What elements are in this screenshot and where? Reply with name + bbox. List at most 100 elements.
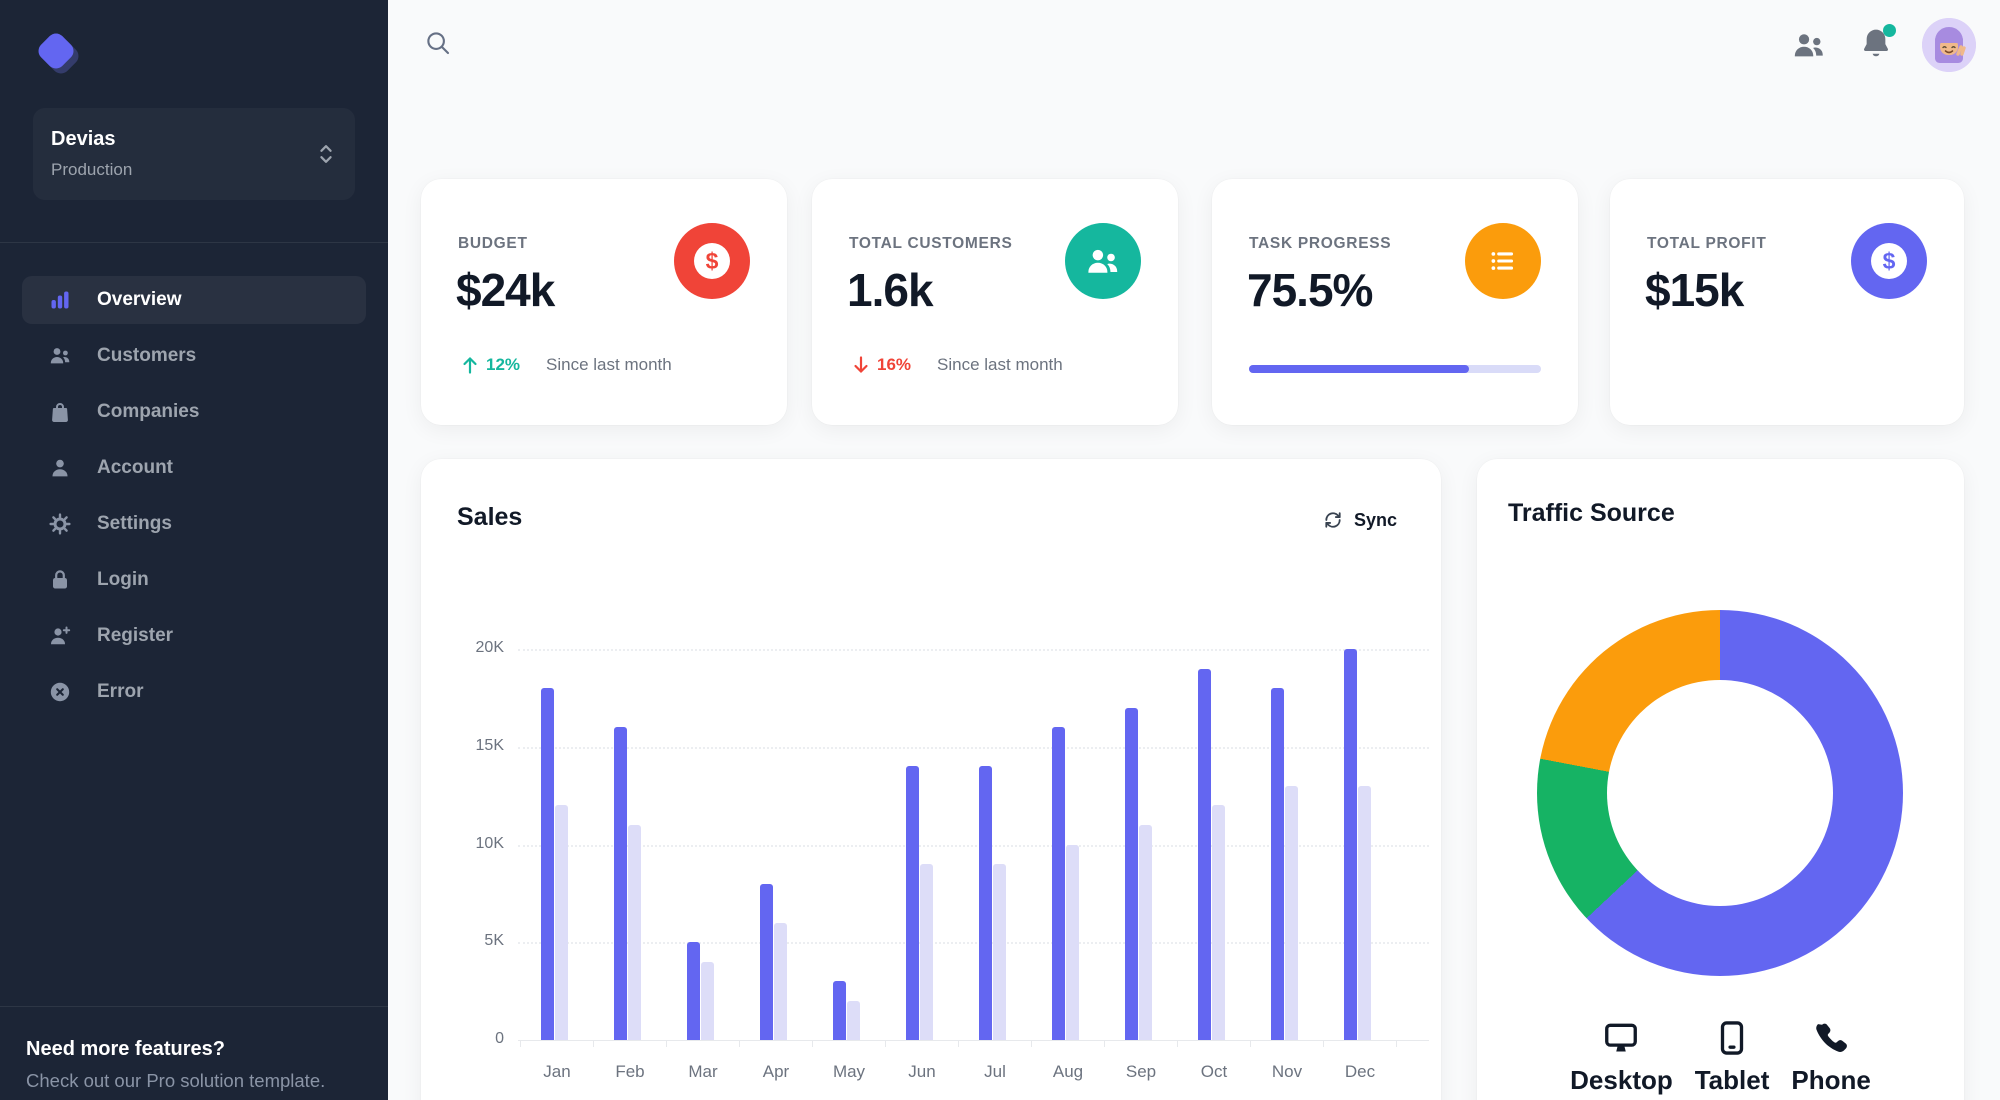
task-progress-card: TASK PROGRESS 75.5%: [1212, 179, 1578, 425]
users-icon[interactable]: [1790, 28, 1828, 62]
x-axis-tick: [739, 1040, 740, 1047]
user-plus-icon: [48, 624, 72, 648]
sales-bar-primary: [1271, 688, 1284, 1040]
x-axis-label: Nov: [1271, 1062, 1303, 1081]
sales-bar-secondary: [1285, 785, 1298, 1040]
devias-logo-icon[interactable]: [33, 28, 85, 80]
x-axis-label: Sep: [1125, 1062, 1157, 1081]
sidebar-item-login[interactable]: Login: [22, 556, 366, 604]
y-axis-tick: 5K: [484, 932, 504, 950]
sidebar-item-label: Settings: [97, 513, 172, 534]
x-axis-tick: [1396, 1040, 1397, 1047]
sales-chart: 0 5K 10K 15K 20K Jan Feb Mar Apr May Jun Jul Aug Sep O…: [476, 639, 1429, 1081]
trend-value: 16%: [877, 355, 912, 374]
sync-label: Sync: [1353, 509, 1397, 530]
sidebar: Devias Production Overview Customers Compa…: [0, 0, 388, 1100]
y-axis-tick: 0: [495, 1030, 504, 1047]
sidebar-item-label: Account: [97, 457, 173, 478]
sidebar-item-account[interactable]: Account: [22, 444, 366, 492]
stat-value: $15k: [1645, 264, 1744, 316]
sales-bar-secondary: [628, 824, 641, 1040]
sales-bar-primary: [1052, 727, 1065, 1040]
sidebar-item-error[interactable]: Error: [22, 668, 366, 716]
list-bullet-icon: [1465, 223, 1541, 299]
trend-row: 12% Since last month: [458, 353, 672, 377]
traffic-source-card: Traffic Source Desktop Tablet Phone: [1477, 459, 1964, 1100]
x-axis-label: Dec: [1344, 1062, 1376, 1081]
sidebar-item-register[interactable]: Register: [22, 612, 366, 660]
sales-title: Sales: [457, 503, 523, 531]
sidebar-item-label: Login: [97, 569, 149, 590]
workspace-environment: Production: [51, 160, 133, 179]
sales-bar-secondary: [1212, 805, 1225, 1040]
sidebar-item-companies[interactable]: Companies: [22, 388, 366, 436]
notification-dot: [1883, 24, 1896, 37]
gridline: [518, 746, 1429, 749]
sales-card: Sales Sync 0 5K 10K 15K 20K Jan Feb Mar Apr May Ju…: [421, 459, 1441, 1100]
stat-value: $24k: [456, 264, 555, 316]
x-axis-label: Apr: [762, 1062, 790, 1081]
currency-dollar-icon: $: [674, 223, 750, 299]
workspace-selector[interactable]: Devias Production: [33, 108, 355, 200]
x-axis-label: Oct: [1200, 1062, 1228, 1081]
sidebar-item-overview[interactable]: Overview: [22, 276, 366, 324]
sidebar-item-label: Customers: [97, 345, 197, 366]
x-axis-tick: [958, 1040, 959, 1047]
sales-bar-primary: [1125, 707, 1138, 1040]
user-icon: [48, 456, 72, 480]
x-axis-tick: [885, 1040, 886, 1047]
sidebar-nav: Overview Customers Companies Account Setting…: [0, 276, 388, 724]
gear-icon: [48, 512, 72, 536]
sidebar-item-label: Register: [97, 625, 174, 646]
avatar[interactable]: [1922, 18, 1976, 72]
donut-legend: Desktop Tablet Phone: [1477, 1019, 1964, 1096]
sidebar-footer-divider: [0, 1006, 388, 1007]
tablet-icon: [1713, 1019, 1751, 1057]
sales-bar-secondary: [701, 961, 714, 1040]
phone-icon: [1812, 1019, 1850, 1057]
legend-label: Phone: [1791, 1065, 1871, 1095]
stat-value: 1.6k: [847, 264, 934, 316]
y-axis-tick: 10K: [475, 834, 504, 852]
x-axis-tick: [812, 1040, 813, 1047]
sidebar-item-label: Companies: [97, 401, 200, 422]
bell-icon[interactable]: [1858, 24, 1896, 64]
sidebar-item-label: Error: [97, 681, 144, 702]
x-axis-tick: [1177, 1040, 1178, 1047]
sales-bar-primary: [614, 727, 627, 1040]
sales-bar-secondary: [774, 922, 787, 1040]
users-icon: [1065, 223, 1141, 299]
x-axis-tick: [520, 1040, 521, 1047]
arrow-down-icon: [849, 353, 873, 377]
stat-label: TASK PROGRESS: [1249, 235, 1392, 252]
total-profit-card: TOTAL PROFIT $15k $: [1610, 179, 1964, 425]
x-axis-line: [518, 1040, 1429, 1041]
users-icon: [48, 344, 72, 368]
legend-label: Desktop: [1570, 1065, 1673, 1095]
x-axis-tick: [1031, 1040, 1032, 1047]
sidebar-item-customers[interactable]: Customers: [22, 332, 366, 380]
search-icon[interactable]: [422, 28, 454, 60]
currency-dollar-icon: $: [1851, 223, 1927, 299]
arrow-up-icon: [458, 353, 482, 377]
sync-button[interactable]: Sync: [1322, 509, 1397, 531]
sales-bar-primary: [906, 766, 919, 1040]
total-customers-card: TOTAL CUSTOMERS 1.6k 16% Since last mont…: [812, 179, 1178, 425]
x-axis-tick: [1250, 1040, 1251, 1047]
trend-caption: Since last month: [546, 355, 672, 374]
sales-bar-secondary: [847, 1000, 860, 1040]
traffic-source-title: Traffic Source: [1508, 499, 1675, 527]
stat-value: 75.5%: [1247, 264, 1373, 316]
traffic-donut-chart: [1537, 610, 1903, 976]
unfold-more-icon: [315, 140, 337, 168]
shopping-bag-icon: [48, 400, 72, 424]
sales-bar-secondary: [1066, 844, 1079, 1040]
sales-bar-primary: [687, 942, 700, 1040]
sidebar-item-settings[interactable]: Settings: [22, 500, 366, 548]
chart-bar-icon: [48, 288, 72, 312]
y-axis-tick: 15K: [475, 736, 504, 754]
donut-hole: [1607, 680, 1833, 906]
task-progress-fill: [1249, 365, 1470, 373]
sales-bar-primary: [979, 766, 992, 1040]
trend-caption: Since last month: [937, 355, 1063, 374]
